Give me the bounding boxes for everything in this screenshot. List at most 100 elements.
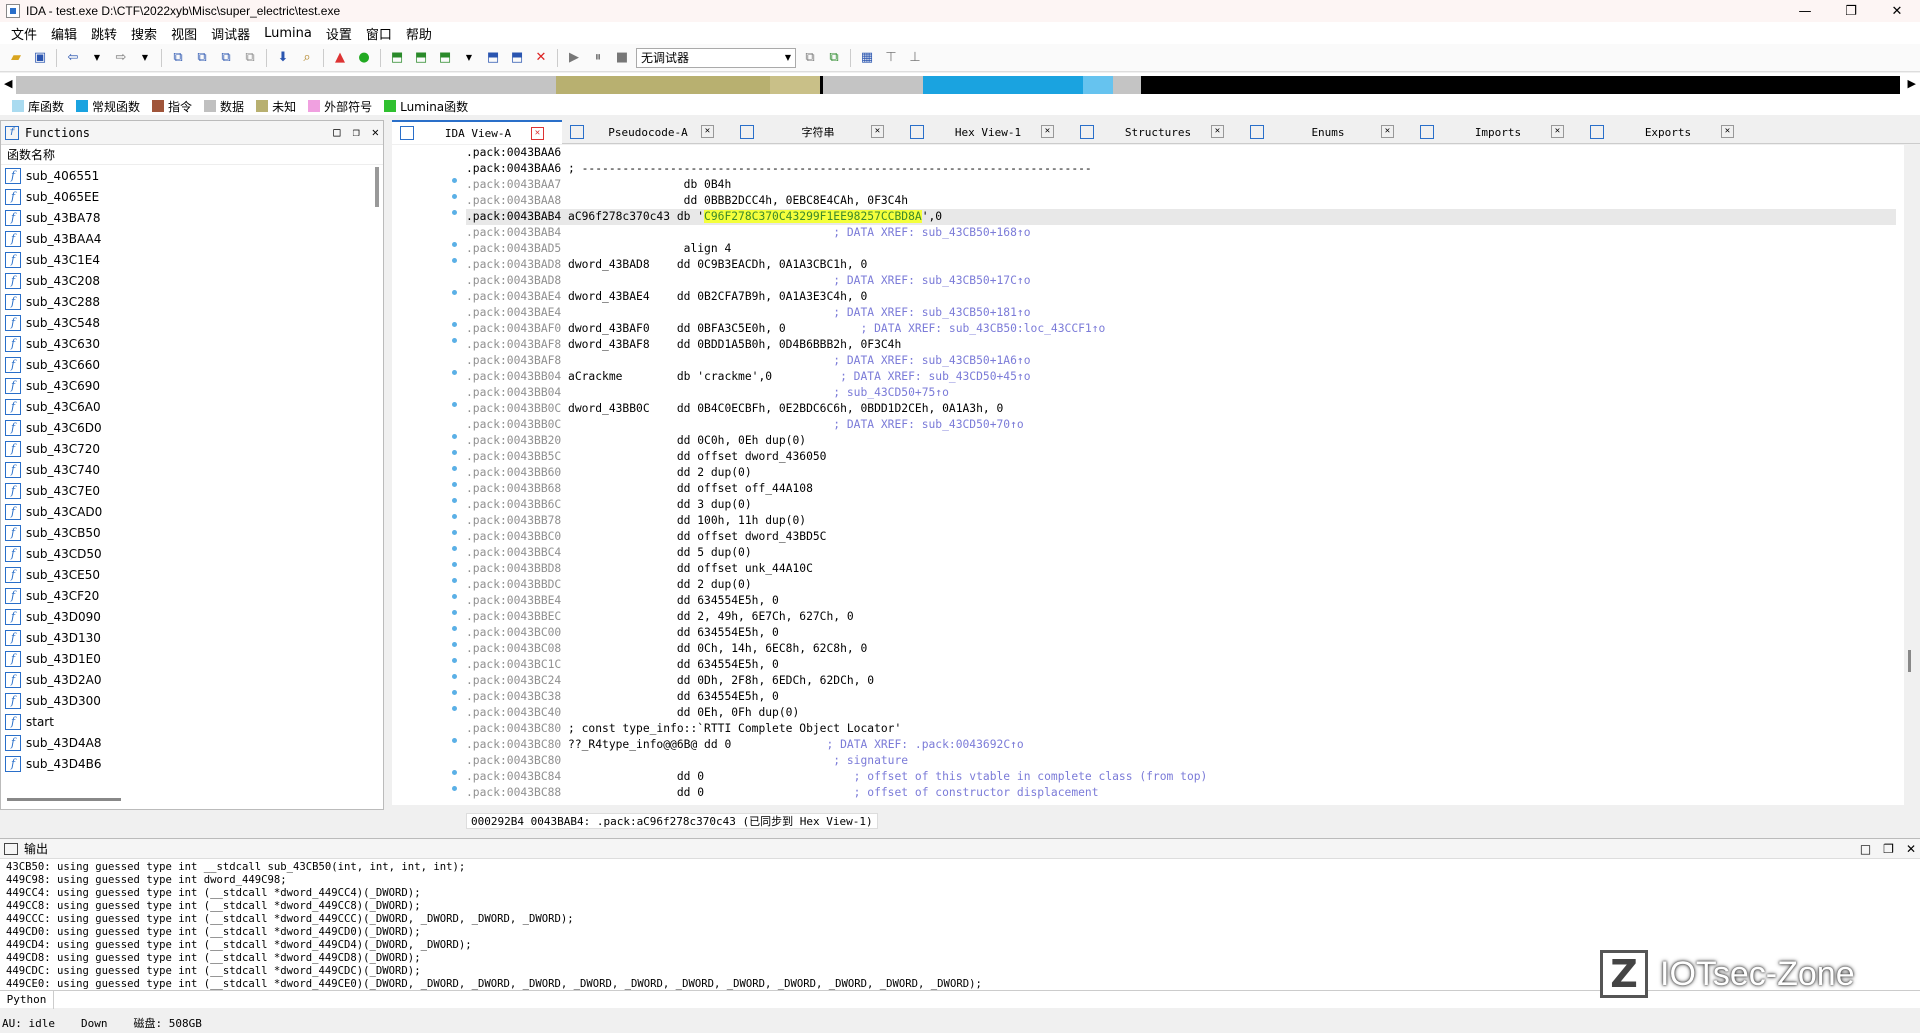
- search-binary-icon[interactable]: ⧉: [168, 48, 188, 68]
- tab-close-icon[interactable]: ✕: [1551, 125, 1564, 138]
- disassembly-line[interactable]: .pack:0043BAA6: [466, 145, 1896, 161]
- disassembly-line[interactable]: .pack:0043BC84 dd 0 ; offset of this vta…: [466, 769, 1896, 785]
- disassembly-line[interactable]: .pack:0043BAE4 ; DATA XREF: sub_43CB50+1…: [466, 305, 1896, 321]
- tab-exports[interactable]: Exports ✕: [1582, 120, 1752, 144]
- navigation-band[interactable]: ◀ ▶: [0, 73, 1920, 97]
- search-immediate-icon[interactable]: ⧉: [216, 48, 236, 68]
- maximize-button[interactable]: ❐: [1828, 0, 1874, 22]
- function-list-item[interactable]: f sub_43C548: [1, 312, 373, 333]
- disassembly-line[interactable]: .pack:0043BAF8 dword_43BAF8 dd 0BDD1A5B0…: [466, 337, 1896, 353]
- menu-item[interactable]: 调试器: [204, 24, 257, 43]
- green-circle-icon[interactable]: ●: [354, 48, 374, 68]
- tab-close-icon[interactable]: ✕: [871, 125, 884, 138]
- function-list-item[interactable]: f start: [1, 711, 373, 732]
- nav-right-arrow-icon[interactable]: ▶: [1908, 77, 1916, 90]
- function-name-column-header[interactable]: 函数名称: [1, 145, 383, 165]
- disassembly-line[interactable]: .pack:0043BAB4 aC96f278c370c43 db 'C96F2…: [466, 209, 1896, 225]
- disassembly-line[interactable]: .pack:0043BB0C ; DATA XREF: sub_43CD50+7…: [466, 417, 1896, 433]
- disassembly-line[interactable]: .pack:0043BB68 dd offset off_44A108: [466, 481, 1896, 497]
- find-icon[interactable]: ⌕: [297, 48, 317, 68]
- disassembly-line[interactable]: .pack:0043BBE4 dd 634554E5h, 0: [466, 593, 1896, 609]
- function-list-hscrollbar[interactable]: [7, 798, 121, 801]
- function-list-item[interactable]: f sub_43CD50: [1, 543, 373, 564]
- function-list-item[interactable]: f sub_43D2A0: [1, 669, 373, 690]
- chevron-down-icon[interactable]: ▼: [87, 48, 107, 68]
- open-folder-icon[interactable]: ▰: [6, 48, 26, 68]
- disassembly-line[interactable]: .pack:0043BB0C dword_43BB0C dd 0B4C0ECBF…: [466, 401, 1896, 417]
- function-list-item[interactable]: f sub_43C740: [1, 459, 373, 480]
- disassembly-line[interactable]: .pack:0043BB6C dd 3 dup(0): [466, 497, 1896, 513]
- plugin-icon[interactable]: ⬒: [411, 48, 431, 68]
- tab-enums[interactable]: Enums ✕: [1242, 120, 1412, 144]
- save-icon[interactable]: ▣: [30, 48, 50, 68]
- disassembly-line[interactable]: .pack:0043BBC0 dd offset dword_43BD5C: [466, 529, 1896, 545]
- jump-down-icon[interactable]: ⬇: [273, 48, 293, 68]
- breakpoint-icon[interactable]: ⊤: [881, 48, 901, 68]
- disassembly-line[interactable]: .pack:0043BB60 dd 2 dup(0): [466, 465, 1896, 481]
- disassembly-line[interactable]: .pack:0043BAB4 ; DATA XREF: sub_43CB50+1…: [466, 225, 1896, 241]
- disassembly-scrollbar[interactable]: [1908, 650, 1911, 672]
- calculator-icon[interactable]: ▦: [857, 48, 877, 68]
- search-text-icon[interactable]: ⧉: [192, 48, 212, 68]
- plugin-icon[interactable]: ⬒: [507, 48, 527, 68]
- tab-close-icon[interactable]: ✕: [701, 125, 714, 138]
- disassembly-line[interactable]: .pack:0043BC08 dd 0Ch, 14h, 6EC8h, 62C8h…: [466, 641, 1896, 657]
- panel-close-button[interactable]: ✕: [372, 125, 379, 139]
- python-cli-label[interactable]: Python: [0, 990, 54, 1009]
- function-list-item[interactable]: f sub_43D4B6: [1, 753, 373, 774]
- function-list-item[interactable]: f sub_43CE50: [1, 564, 373, 585]
- breakpoint-off-icon[interactable]: ⊥: [905, 48, 925, 68]
- graph-icon[interactable]: ▲: [330, 48, 350, 68]
- disassembly-line[interactable]: .pack:0043BC80 ??_R4type_info@@6B@ dd 0 …: [466, 737, 1896, 753]
- function-list-item[interactable]: f sub_43C7E0: [1, 480, 373, 501]
- disassembly-line[interactable]: .pack:0043BC40 dd 0Eh, 0Fh dup(0): [466, 705, 1896, 721]
- disassembly-line[interactable]: .pack:0043BBDC dd 2 dup(0): [466, 577, 1896, 593]
- disassembly-line[interactable]: .pack:0043BB78 dd 100h, 11h dup(0): [466, 513, 1896, 529]
- debug-option-icon[interactable]: ⧉: [800, 48, 820, 68]
- disassembly-line[interactable]: .pack:0043BAD5 align 4: [466, 241, 1896, 257]
- highlighted-string[interactable]: C96F278C370C43299F1EE98257CCBD8A: [704, 210, 922, 223]
- forward-arrow-icon[interactable]: ⇨: [111, 48, 131, 68]
- tab-close-icon[interactable]: ✕: [1041, 125, 1054, 138]
- disassembly-line[interactable]: .pack:0043BC80 ; signature: [466, 753, 1896, 769]
- function-list-item[interactable]: f sub_43C690: [1, 375, 373, 396]
- tab-structures[interactable]: Structures ✕: [1072, 120, 1242, 144]
- menu-item[interactable]: 跳转: [84, 24, 124, 43]
- disassembly-line[interactable]: .pack:0043BAD8 dword_43BAD8 dd 0C9B3EACD…: [466, 257, 1896, 273]
- disassembly-line[interactable]: .pack:0043BB04 aCrackme db 'crackme',0 ;…: [466, 369, 1896, 385]
- panel-minimize-button[interactable]: □: [333, 125, 340, 139]
- disassembly-line[interactable]: .pack:0043BAA6 ; -----------------------…: [466, 161, 1896, 177]
- chevron-down-icon[interactable]: ▼: [459, 48, 479, 68]
- plugin-icon[interactable]: ⬒: [435, 48, 455, 68]
- disassembly-line[interactable]: .pack:0043BBD8 dd offset unk_44A10C: [466, 561, 1896, 577]
- disassembly-line[interactable]: .pack:0043BAF0 dword_43BAF0 dd 0BFA3C5E0…: [466, 321, 1896, 337]
- function-list-item[interactable]: f sub_43C288: [1, 291, 373, 312]
- minimize-button[interactable]: —: [1782, 0, 1828, 22]
- disassembly-line[interactable]: .pack:0043BAA8 dd 0BBB2DCC4h, 0EBC8E4CAh…: [466, 193, 1896, 209]
- disassembly-line[interactable]: .pack:0043BC00 dd 634554E5h, 0: [466, 625, 1896, 641]
- close-window-button[interactable]: ✕: [1874, 0, 1920, 22]
- function-list-item[interactable]: f sub_43CB50: [1, 522, 373, 543]
- disassembly-line[interactable]: .pack:0043BAF8 ; DATA XREF: sub_43CB50+1…: [466, 353, 1896, 369]
- panel-float-button[interactable]: ❐: [1883, 842, 1894, 856]
- tab-pseudocode-a[interactable]: Pseudocode-A ✕: [562, 120, 732, 144]
- menu-item[interactable]: 搜索: [124, 24, 164, 43]
- panel-minimize-button[interactable]: □: [1860, 842, 1871, 856]
- chevron-down-icon[interactable]: ▼: [135, 48, 155, 68]
- menu-item[interactable]: Lumina: [257, 26, 319, 41]
- disassembly-line[interactable]: .pack:0043BBEC dd 2, 49h, 6E7Ch, 627Ch, …: [466, 609, 1896, 625]
- panel-close-button[interactable]: ✕: [1906, 842, 1916, 856]
- function-list-item[interactable]: f sub_43C6D0: [1, 417, 373, 438]
- function-list-item[interactable]: f sub_43D090: [1, 606, 373, 627]
- navigation-strip[interactable]: [16, 76, 1900, 94]
- function-list-item[interactable]: f sub_43BA78: [1, 207, 373, 228]
- plugin-icon[interactable]: ⬒: [387, 48, 407, 68]
- play-icon[interactable]: ▶: [564, 48, 584, 68]
- function-list-item[interactable]: f sub_43D4A8: [1, 732, 373, 753]
- debugger-select[interactable]: 无调试器 ▼: [636, 47, 796, 68]
- function-list[interactable]: f sub_406551 f sub_4065EE f sub_43BA78 f sub_43…: [1, 165, 373, 791]
- function-list-scrollbar[interactable]: [375, 167, 379, 207]
- disassembly-line[interactable]: .pack:0043BBC4 dd 5 dup(0): [466, 545, 1896, 561]
- function-list-item[interactable]: f sub_43C1E4: [1, 249, 373, 270]
- ida-view-disassembly[interactable]: .pack:0043BAA6 .pack:0043BAA6 ; ---------…: [392, 145, 1904, 805]
